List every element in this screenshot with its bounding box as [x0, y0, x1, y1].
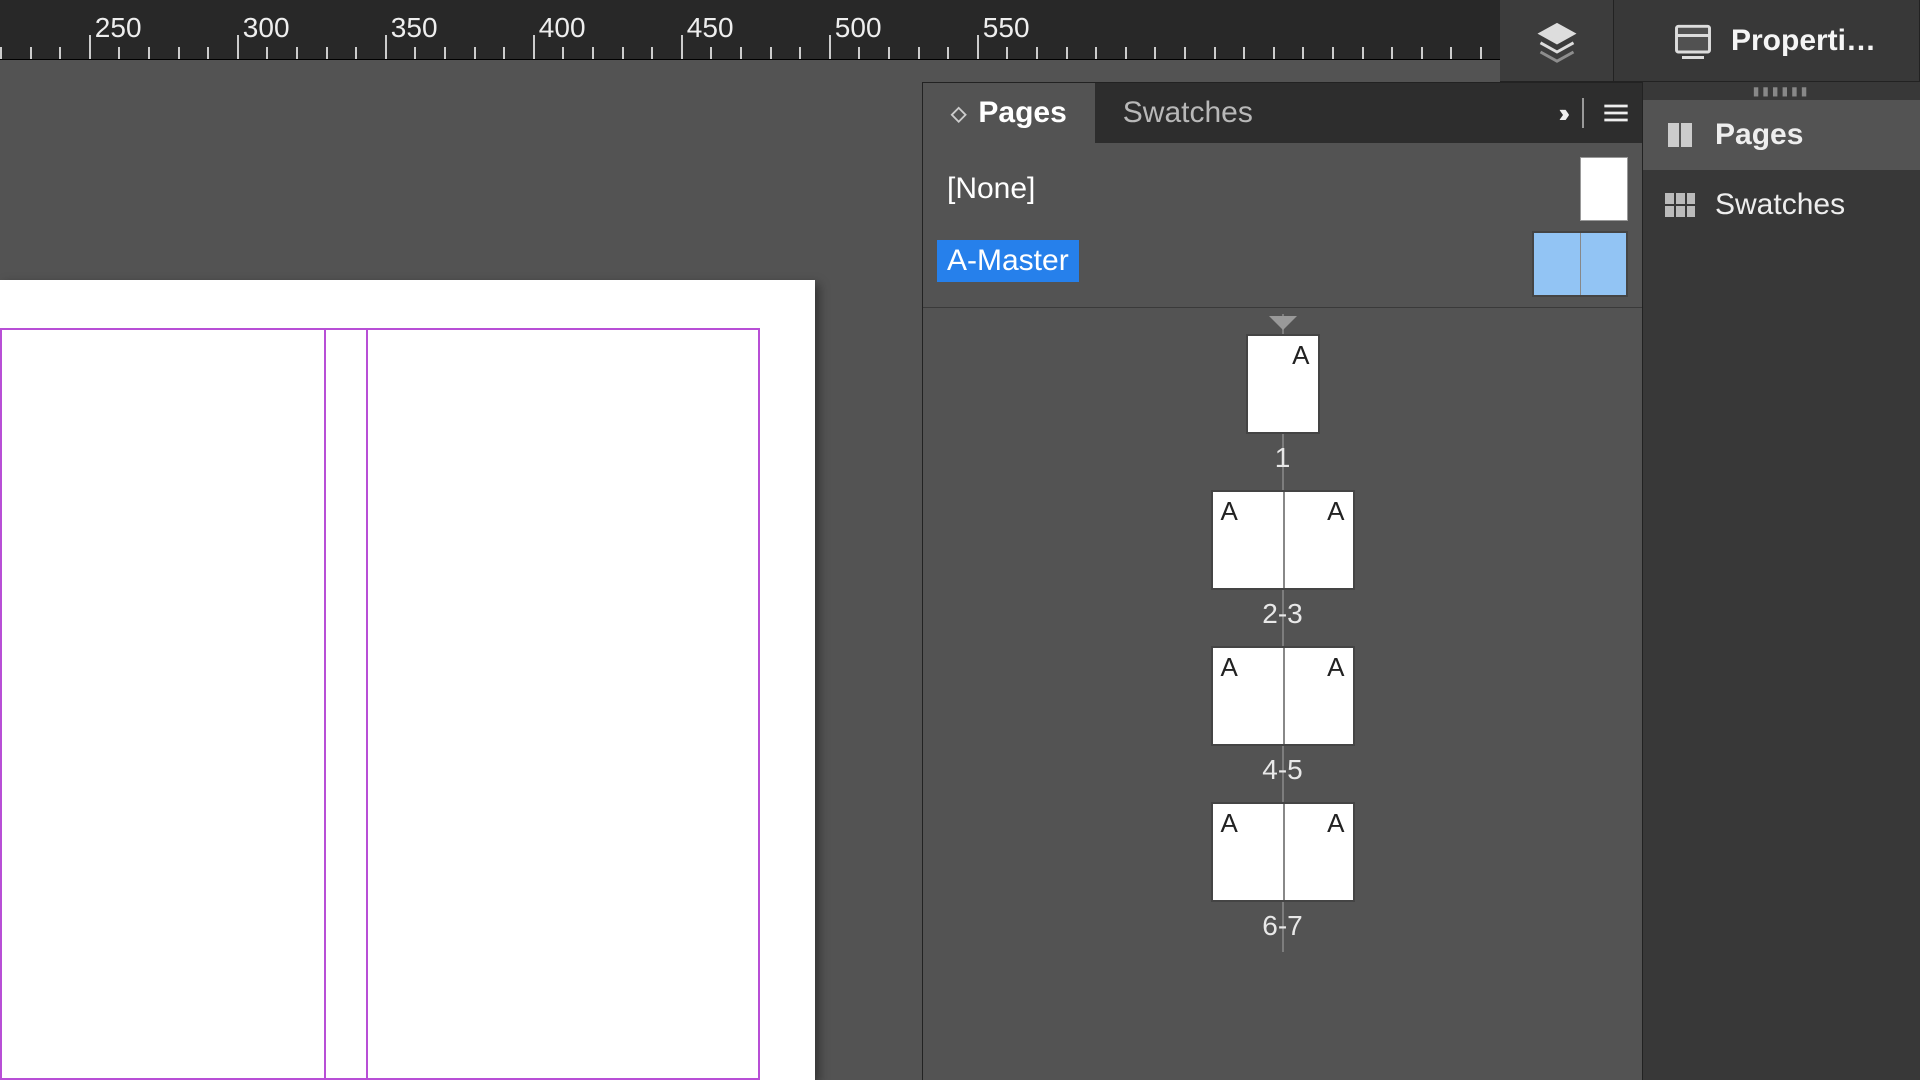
- ruler-label: 400: [539, 12, 586, 44]
- spread-label: 1: [1275, 442, 1291, 474]
- master-page-row[interactable]: A-Master: [923, 225, 1642, 297]
- tab-swatches[interactable]: Swatches: [1095, 83, 1281, 143]
- page-thumbnail[interactable]: A: [1213, 648, 1283, 744]
- divider: [1582, 98, 1584, 128]
- pages-panel: ◇ Pages Swatches ›› [None]A-Master A1AA2…: [922, 82, 1642, 1080]
- applied-master-letter: A: [1327, 808, 1344, 839]
- applied-master-letter: A: [1221, 652, 1238, 683]
- spread-label: 2-3: [1262, 598, 1302, 630]
- tab-pages-label: Pages: [978, 96, 1066, 130]
- applied-master-letter: A: [1292, 340, 1309, 371]
- ruler-label: 450: [687, 12, 734, 44]
- page-thumbnail[interactable]: A: [1248, 336, 1318, 432]
- tab-pages[interactable]: ◇ Pages: [923, 83, 1095, 143]
- ruler-label: 250: [95, 12, 142, 44]
- horizontal-ruler[interactable]: 250 300 350 400 450 500 550: [0, 0, 1500, 60]
- page-thumbnail[interactable]: A: [1283, 648, 1353, 744]
- properties-label: Properti…: [1731, 24, 1876, 58]
- sort-icon: ◇: [951, 101, 966, 126]
- master-page-row[interactable]: [None]: [923, 153, 1642, 225]
- master-thumbnail[interactable]: [1580, 157, 1628, 221]
- column-guide: [324, 328, 368, 1080]
- grip-icon: ▮▮▮▮▮▮: [1753, 84, 1811, 98]
- panel-tab-bar: ◇ Pages Swatches ››: [923, 83, 1642, 143]
- applied-master-letter: A: [1327, 496, 1344, 527]
- applied-master-letter: A: [1221, 808, 1238, 839]
- page-spread[interactable]: AA: [1211, 646, 1355, 746]
- page-thumbnail[interactable]: A: [1283, 492, 1353, 588]
- page-thumbnail[interactable]: A: [1283, 804, 1353, 900]
- panel-menu-icon[interactable]: [1602, 102, 1630, 124]
- properties-icon: [1671, 19, 1715, 63]
- layers-icon-button[interactable]: [1500, 0, 1614, 81]
- master-thumbnail[interactable]: [1532, 231, 1628, 297]
- collapse-panel-icon[interactable]: ››: [1559, 98, 1564, 129]
- applied-master-letter: A: [1221, 496, 1238, 527]
- dock-item-swatches[interactable]: Swatches: [1643, 170, 1920, 240]
- document-page[interactable]: [0, 280, 815, 1080]
- ruler-label: 550: [983, 12, 1030, 44]
- dock-item-pages[interactable]: Pages: [1643, 100, 1920, 170]
- page-spread[interactable]: AA: [1211, 490, 1355, 590]
- master-name: [None]: [937, 168, 1045, 210]
- ruler-label: 500: [835, 12, 882, 44]
- tab-swatches-label: Swatches: [1123, 96, 1253, 130]
- master-name: A-Master: [937, 240, 1079, 282]
- start-of-document-marker: [1269, 316, 1297, 330]
- spread-label: 6-7: [1262, 910, 1302, 942]
- right-dock: ▮▮▮▮▮▮ Pages Swatches: [1642, 82, 1920, 1080]
- canvas-area[interactable]: [0, 60, 922, 1080]
- swatches-icon: [1663, 191, 1697, 219]
- margin-guide: [0, 328, 760, 1080]
- document-pages-section: A1AA2-3AA4-5AA6-7: [923, 308, 1642, 952]
- dock-grip[interactable]: ▮▮▮▮▮▮: [1643, 82, 1920, 100]
- applied-master-letter: A: [1327, 652, 1344, 683]
- page-thumbnail[interactable]: A: [1213, 804, 1283, 900]
- layers-icon: [1535, 19, 1579, 63]
- dock-item-label: Pages: [1715, 118, 1803, 152]
- properties-panel-button[interactable]: Properti…: [1614, 0, 1920, 81]
- spread-label: 4-5: [1262, 754, 1302, 786]
- pages-icon: [1663, 121, 1697, 149]
- ruler-label: 350: [391, 12, 438, 44]
- page-spread[interactable]: A: [1246, 334, 1320, 434]
- page-thumbnail[interactable]: A: [1213, 492, 1283, 588]
- top-bar: Properti…: [1500, 0, 1920, 82]
- dock-item-label: Swatches: [1715, 188, 1845, 222]
- master-pages-section: [None] A-Master: [923, 143, 1642, 308]
- ruler-label: 300: [243, 12, 290, 44]
- page-spread[interactable]: AA: [1211, 802, 1355, 902]
